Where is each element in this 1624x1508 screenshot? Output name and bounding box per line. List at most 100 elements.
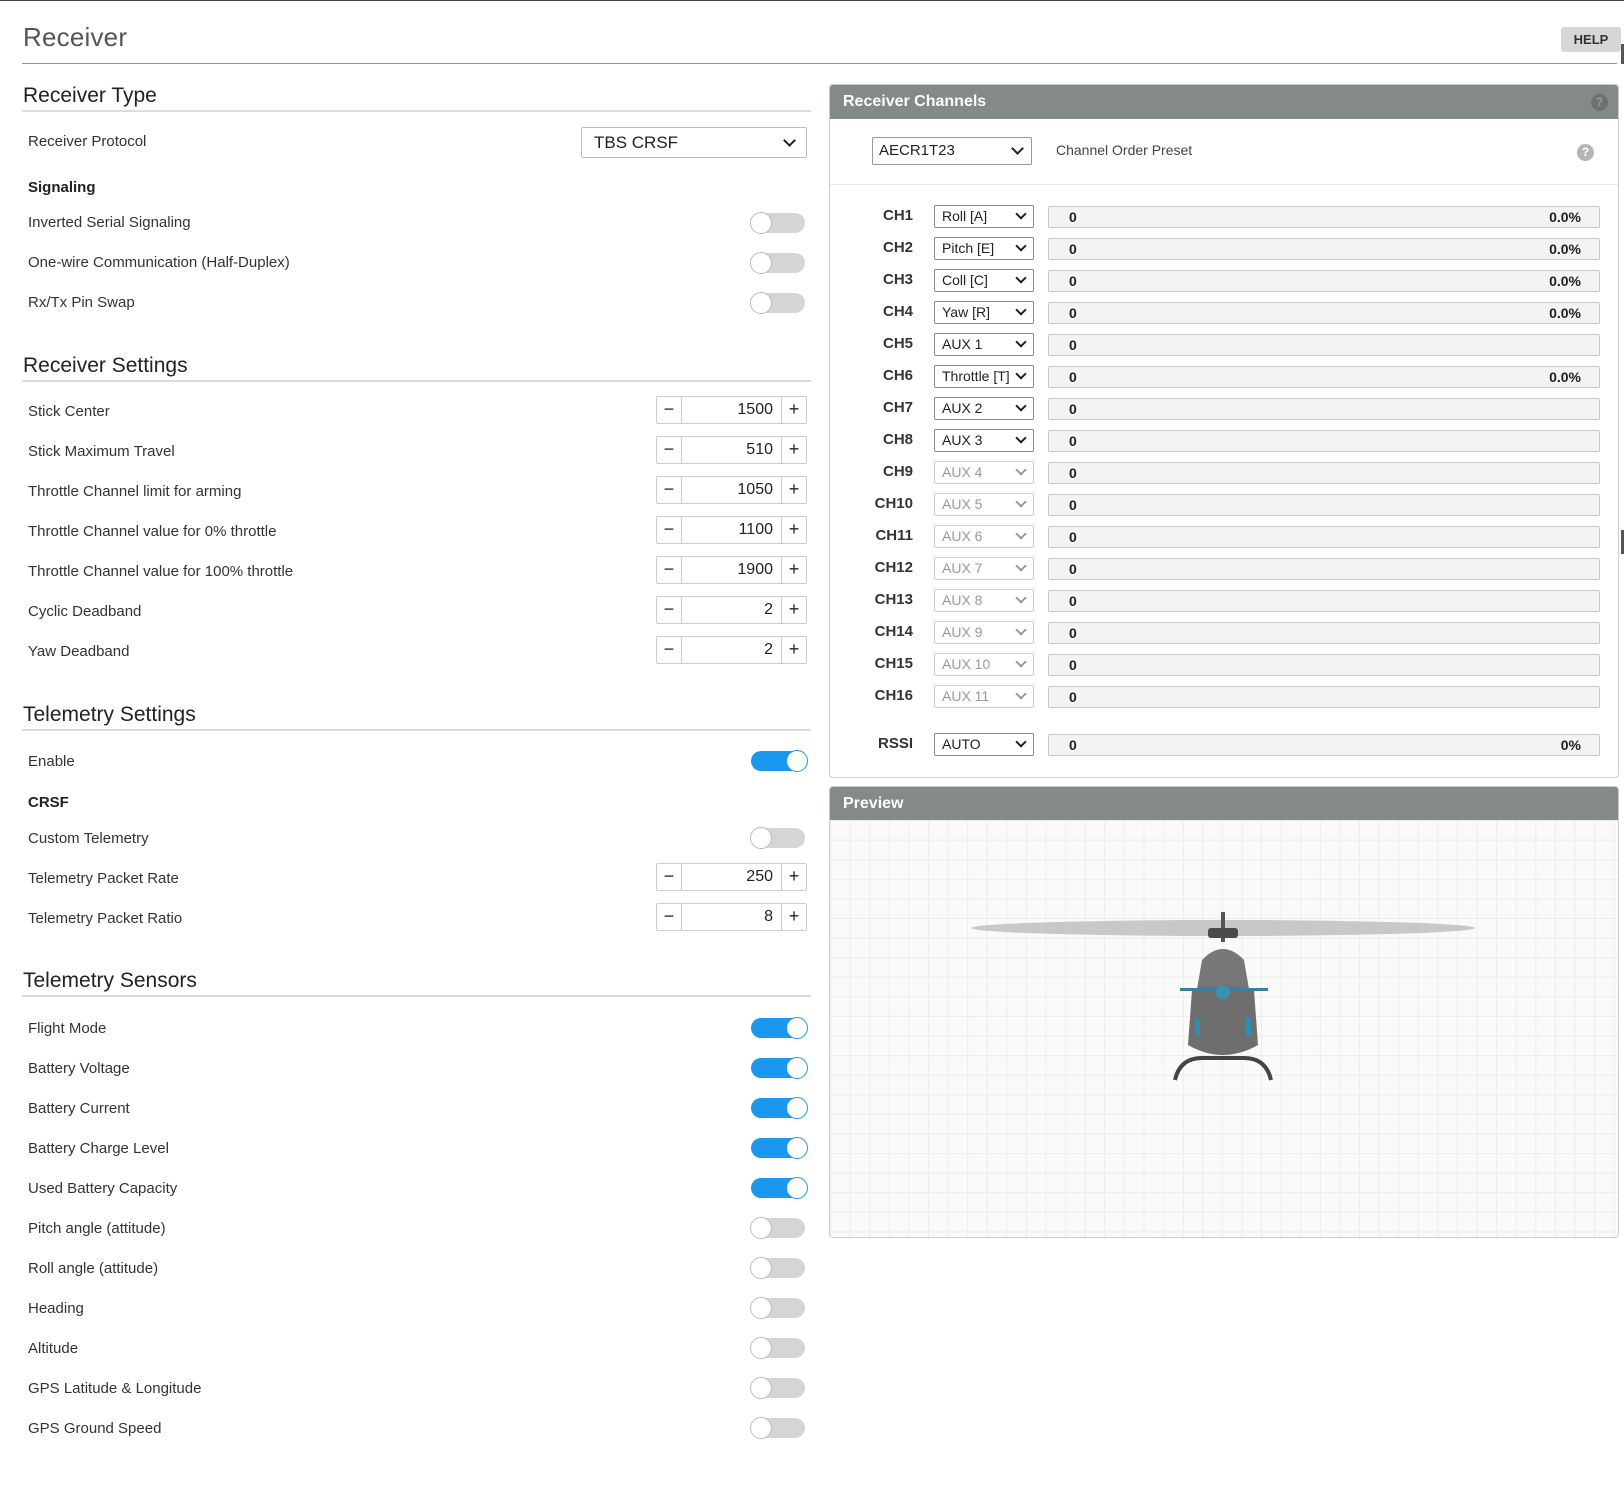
chevron-down-icon bbox=[1015, 528, 1027, 540]
setting-value[interactable]: 1100 bbox=[682, 517, 781, 543]
setting-value[interactable]: 510 bbox=[682, 437, 781, 463]
packet-ratio-stepper[interactable]: − 8 + bbox=[656, 903, 807, 931]
sensor-toggle[interactable] bbox=[751, 1177, 808, 1199]
decrement-button[interactable]: − bbox=[657, 904, 682, 930]
setting-stepper[interactable]: − 1500 + bbox=[656, 396, 807, 424]
sensor-toggle[interactable] bbox=[750, 1337, 805, 1359]
channel-name: CH14 bbox=[874, 623, 913, 640]
increment-button[interactable]: + bbox=[781, 904, 806, 930]
setting-label: Stick Center bbox=[28, 403, 110, 420]
channel-map-select[interactable]: Throttle [T] bbox=[934, 365, 1034, 388]
pin-swap-toggle[interactable] bbox=[750, 292, 805, 314]
channel-row: CH12 AUX 7 0 bbox=[830, 557, 1618, 580]
channel-map-select[interactable]: AUX 4 bbox=[934, 461, 1034, 484]
decrement-button[interactable]: − bbox=[657, 437, 682, 463]
toggle-knob bbox=[786, 1177, 808, 1199]
packet-rate-stepper[interactable]: − 250 + bbox=[656, 863, 807, 891]
setting-value[interactable]: 1500 bbox=[682, 397, 781, 423]
sensor-toggle[interactable] bbox=[750, 1217, 805, 1239]
increment-button[interactable]: + bbox=[781, 637, 806, 663]
channel-map-select[interactable]: AUX 11 bbox=[934, 685, 1034, 708]
rssi-channel-select[interactable]: AUTO bbox=[934, 733, 1034, 756]
channel-map-select[interactable]: AUX 2 bbox=[934, 397, 1034, 420]
telemetry-enable-toggle[interactable] bbox=[751, 750, 808, 772]
chevron-down-icon bbox=[1015, 688, 1027, 700]
preview-canvas[interactable] bbox=[830, 820, 1618, 1237]
increment-button[interactable]: + bbox=[781, 864, 806, 890]
decrement-button[interactable]: − bbox=[657, 557, 682, 583]
channel-map-select[interactable]: Yaw [R] bbox=[934, 301, 1034, 324]
channel-map-select[interactable]: Coll [C] bbox=[934, 269, 1034, 292]
receiver-protocol-select[interactable]: TBS CRSF bbox=[581, 127, 807, 158]
channel-map-value: Roll [A] bbox=[942, 208, 988, 224]
setting-stepper[interactable]: − 1050 + bbox=[656, 476, 807, 504]
channel-map-select[interactable]: AUX 5 bbox=[934, 493, 1034, 516]
custom-telemetry-toggle[interactable] bbox=[750, 827, 805, 849]
decrement-button[interactable]: − bbox=[657, 477, 682, 503]
setting-value[interactable]: 2 bbox=[682, 597, 781, 623]
increment-button[interactable]: + bbox=[781, 557, 806, 583]
decrement-button[interactable]: − bbox=[657, 517, 682, 543]
channel-map-value: Throttle [T] bbox=[942, 368, 1010, 384]
chevron-down-icon bbox=[1015, 496, 1027, 508]
channel-map-value: AUX 10 bbox=[942, 656, 991, 672]
decrement-button[interactable]: − bbox=[657, 637, 682, 663]
channel-order-preset-value: AECR1T23 bbox=[879, 142, 955, 159]
channel-map-value: AUX 11 bbox=[942, 688, 990, 704]
setting-label: Throttle Channel value for 0% throttle bbox=[28, 523, 277, 540]
channel-map-select[interactable]: AUX 1 bbox=[934, 333, 1034, 356]
channel-meter: 0 bbox=[1048, 686, 1600, 708]
inverted-serial-toggle[interactable] bbox=[750, 212, 805, 234]
channel-map-select[interactable]: AUX 8 bbox=[934, 589, 1034, 612]
channel-value: 0 bbox=[1069, 529, 1077, 545]
sensor-toggle[interactable] bbox=[751, 1097, 808, 1119]
section-title-receiver-settings: Receiver Settings bbox=[23, 354, 188, 377]
setting-stepper[interactable]: − 2 + bbox=[656, 636, 807, 664]
question-circle-icon[interactable]: ? bbox=[1577, 144, 1594, 161]
setting-value[interactable]: 2 bbox=[682, 637, 781, 663]
sensor-toggle[interactable] bbox=[751, 1017, 808, 1039]
channel-map-select[interactable]: Roll [A] bbox=[934, 205, 1034, 228]
decrement-button[interactable]: − bbox=[657, 597, 682, 623]
channel-order-preset-select[interactable]: AECR1T23 bbox=[872, 137, 1032, 165]
sensor-toggle[interactable] bbox=[750, 1377, 805, 1399]
setting-stepper[interactable]: − 2 + bbox=[656, 596, 807, 624]
sensor-toggle[interactable] bbox=[751, 1057, 808, 1079]
channel-map-select[interactable]: AUX 7 bbox=[934, 557, 1034, 580]
question-circle-icon[interactable]: ? bbox=[1591, 94, 1608, 111]
increment-button[interactable]: + bbox=[781, 437, 806, 463]
channel-map-value: AUX 4 bbox=[942, 464, 983, 480]
decrement-button[interactable]: − bbox=[657, 397, 682, 423]
setting-label: Yaw Deadband bbox=[28, 643, 130, 660]
channel-row: CH11 AUX 6 0 bbox=[830, 525, 1618, 548]
increment-button[interactable]: + bbox=[781, 597, 806, 623]
toggle-knob bbox=[750, 1377, 772, 1399]
channel-map-select[interactable]: Pitch [E] bbox=[934, 237, 1034, 260]
channel-map-select[interactable]: AUX 6 bbox=[934, 525, 1034, 548]
half-duplex-toggle[interactable] bbox=[750, 252, 805, 274]
setting-label: Cyclic Deadband bbox=[28, 603, 142, 620]
sensor-toggle[interactable] bbox=[750, 1417, 805, 1439]
help-button[interactable]: HELP bbox=[1561, 27, 1621, 52]
setting-stepper[interactable]: − 1100 + bbox=[656, 516, 807, 544]
increment-button[interactable]: + bbox=[781, 397, 806, 423]
setting-stepper[interactable]: − 1900 + bbox=[656, 556, 807, 584]
increment-button[interactable]: + bbox=[781, 477, 806, 503]
decrement-button[interactable]: − bbox=[657, 864, 682, 890]
setting-value[interactable]: 1900 bbox=[682, 557, 781, 583]
channel-value: 0 bbox=[1069, 497, 1077, 513]
channel-value: 0 bbox=[1069, 561, 1077, 577]
channel-value: 0 bbox=[1069, 593, 1077, 609]
sensor-toggle[interactable] bbox=[750, 1257, 805, 1279]
channel-map-select[interactable]: AUX 9 bbox=[934, 621, 1034, 644]
packet-rate-value[interactable]: 250 bbox=[682, 864, 781, 890]
sensor-toggle[interactable] bbox=[750, 1297, 805, 1319]
increment-button[interactable]: + bbox=[781, 517, 806, 543]
setting-value[interactable]: 1050 bbox=[682, 477, 781, 503]
channel-meter: 0 0.0% bbox=[1048, 270, 1600, 292]
packet-ratio-value[interactable]: 8 bbox=[682, 904, 781, 930]
channel-map-select[interactable]: AUX 3 bbox=[934, 429, 1034, 452]
sensor-toggle[interactable] bbox=[751, 1137, 808, 1159]
setting-stepper[interactable]: − 510 + bbox=[656, 436, 807, 464]
channel-map-select[interactable]: AUX 10 bbox=[934, 653, 1034, 676]
